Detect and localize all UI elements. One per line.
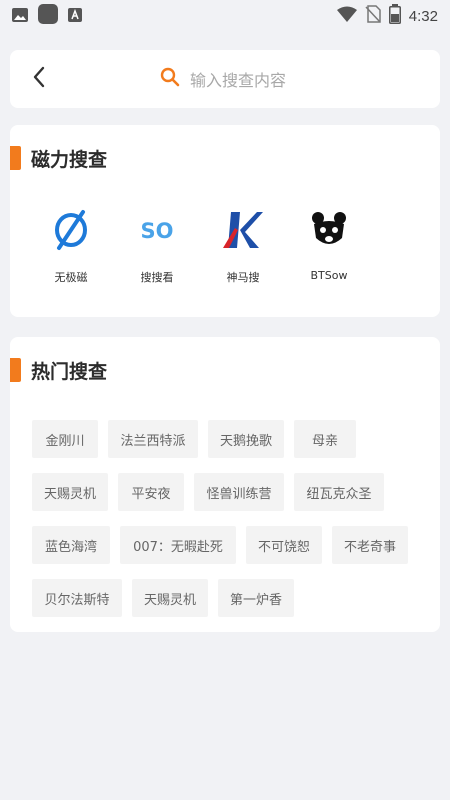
- engine-item-btsow[interactable]: BTSow: [286, 207, 372, 285]
- tag-row: 贝尔法斯特 天赐灵机 第一炉香: [32, 579, 432, 617]
- status-right: 4:32: [336, 4, 438, 28]
- engine-item-shenmasou[interactable]: 神马搜: [200, 207, 286, 285]
- hot-tag[interactable]: 怪兽训练营: [194, 473, 284, 511]
- hot-tag[interactable]: 天鹅挽歌: [208, 420, 284, 458]
- engine-item-sosokan[interactable]: SO 搜搜看: [114, 207, 200, 285]
- section-title-hot: 热门搜查: [10, 357, 107, 383]
- title-accent-bar: [10, 358, 21, 382]
- image-icon: [12, 7, 28, 26]
- hot-tag[interactable]: 平安夜: [118, 473, 184, 511]
- engine-label: 搜搜看: [140, 271, 174, 284]
- back-button[interactable]: [24, 64, 54, 94]
- wifi-icon: [336, 6, 357, 26]
- engine-label: BTSow: [310, 269, 348, 282]
- engine-label: 神马搜: [226, 271, 260, 284]
- search-input[interactable]: 输入搜查内容: [160, 64, 286, 94]
- magnet-search-card: 磁力搜查 无极磁 SO 搜搜看 神马搜 BTSow: [10, 125, 440, 317]
- font-icon: [68, 7, 82, 26]
- hot-tag[interactable]: 不老奇事: [332, 526, 408, 564]
- chevron-left-icon: [32, 66, 46, 92]
- hot-search-card: 热门搜查 金刚川 法兰西特派 天鹅挽歌 母亲 天赐灵机 平安夜 怪兽训练营 纽瓦…: [10, 337, 440, 632]
- engine-item-wujici[interactable]: 无极磁: [28, 207, 114, 285]
- engine-label: 无极磁: [54, 271, 88, 284]
- battery-icon: [388, 4, 401, 28]
- status-bar: 4:32: [0, 0, 450, 32]
- hot-tag[interactable]: 法兰西特派: [108, 420, 198, 458]
- status-time: 4:32: [408, 7, 438, 25]
- tag-row: 金刚川 法兰西特派 天鹅挽歌 母亲: [32, 420, 432, 458]
- hot-tag[interactable]: 纽瓦克众圣: [294, 473, 384, 511]
- engine-list: 无极磁 SO 搜搜看 神马搜 BTSow: [28, 207, 372, 285]
- search-bar: 输入搜查内容: [10, 50, 440, 108]
- svg-text:SO: SO: [141, 219, 174, 243]
- hot-tag[interactable]: 天赐灵机: [32, 473, 108, 511]
- hot-tag[interactable]: 不可饶恕: [246, 526, 322, 564]
- hot-tag-list: 金刚川 法兰西特派 天鹅挽歌 母亲 天赐灵机 平安夜 怪兽训练营 纽瓦克众圣 蓝…: [32, 420, 432, 632]
- tag-row: 蓝色海湾 007：无暇赴死 不可饶恕 不老奇事: [32, 526, 432, 564]
- section-title-magnet: 磁力搜查: [10, 145, 107, 171]
- hot-tag[interactable]: 金刚川: [32, 420, 98, 458]
- hot-section-title: 热门搜查: [31, 360, 108, 383]
- search-placeholder: 输入搜查内容: [190, 71, 287, 90]
- title-accent-bar: [10, 146, 21, 170]
- hot-tag[interactable]: 母亲: [294, 420, 356, 458]
- empty-set-logo-icon: [46, 207, 96, 253]
- app-icon: [38, 4, 58, 28]
- hot-tag[interactable]: 天赐灵机: [132, 579, 208, 617]
- magnet-section-title: 磁力搜查: [31, 148, 108, 171]
- hot-tag[interactable]: 007：无暇赴死: [120, 526, 236, 564]
- hot-tag[interactable]: 第一炉香: [218, 579, 294, 617]
- hot-tag[interactable]: 蓝色海湾: [32, 526, 110, 564]
- hot-tag[interactable]: 贝尔法斯特: [32, 579, 122, 617]
- btsow-logo-icon: [304, 207, 354, 253]
- search-icon: [160, 67, 180, 91]
- so-logo-icon: SO: [132, 207, 182, 253]
- k-logo-icon: [218, 207, 268, 253]
- status-left: [12, 4, 82, 28]
- no-sim-icon: [365, 5, 381, 27]
- tag-row: 天赐灵机 平安夜 怪兽训练营 纽瓦克众圣: [32, 473, 432, 511]
